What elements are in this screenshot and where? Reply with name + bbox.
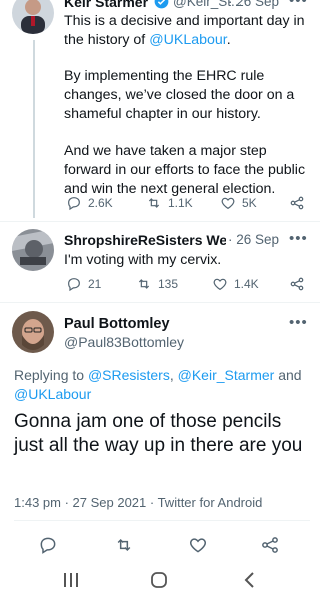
tweet2-retweet-button[interactable]: 135 <box>136 276 178 292</box>
tweet1-time[interactable]: · 26 Sep <box>228 0 279 9</box>
share-icon <box>262 537 278 553</box>
mention-keir-starmer[interactable]: @Keir_Starmer <box>178 367 275 383</box>
focus-tweet-meta: 1:43 pm · 27 Sep 2021 · Twitter for Andr… <box>14 495 263 510</box>
reply-icon <box>68 278 80 292</box>
tweet2-reply-button[interactable]: 21 <box>66 276 101 292</box>
divider <box>0 221 320 222</box>
retweet-icon <box>138 279 150 289</box>
tweet2-like-button[interactable]: 1.4K <box>212 276 259 292</box>
avatar-shropshireresisters[interactable] <box>12 229 54 271</box>
recents-icon[interactable] <box>62 572 80 588</box>
mention-sresisters[interactable]: @SResisters <box>88 367 170 383</box>
tweet1-paragraph2: By implementing the EHRC rule changes, w… <box>64 68 295 122</box>
heart-icon <box>221 197 235 210</box>
tweet1-paragraph1: This is a decisive and important day in … <box>64 12 309 50</box>
tweet1-like-count: 5K <box>242 196 257 210</box>
tweet1-retweet-button[interactable]: 1.1K <box>146 195 193 211</box>
reply-icon <box>68 197 80 211</box>
verified-badge-icon <box>154 0 169 9</box>
tweet1-share-button[interactable] <box>289 195 305 211</box>
tweet2-reply-count: 21 <box>88 277 102 291</box>
divider <box>14 520 310 521</box>
heart-icon <box>213 278 227 291</box>
more-options-icon[interactable]: ••• <box>289 0 308 9</box>
focus-tweet-text: Gonna jam one of those pencils just all … <box>14 411 303 456</box>
replying-separator: , <box>169 367 174 383</box>
replying-prefix: Replying to <box>14 367 85 383</box>
focus-retweet-button[interactable] <box>114 535 134 555</box>
tweet1-reply-button[interactable]: 2.6K <box>66 195 113 211</box>
tweet2-like-count: 1.4K <box>234 277 259 291</box>
focus-like-button[interactable] <box>188 535 208 555</box>
tweet1-text-c: . <box>226 32 231 48</box>
focus-reply-button[interactable] <box>38 535 58 555</box>
divider <box>0 302 320 303</box>
focus-author-name[interactable]: Paul Bottomley <box>64 316 170 332</box>
mention-uklabour[interactable]: @UKLabour <box>14 386 91 402</box>
system-navigation-bar <box>0 560 320 600</box>
tweet1-reply-count: 2.6K <box>88 196 113 210</box>
more-options-icon[interactable]: ••• <box>289 230 308 247</box>
reply-icon <box>40 537 56 554</box>
tweet2-share-button[interactable] <box>289 276 305 292</box>
tweet2-retweet-count: 135 <box>158 277 179 291</box>
mention-uklabour[interactable]: @UKLabour <box>149 32 227 48</box>
back-icon[interactable] <box>243 571 257 589</box>
replying-and: and <box>278 367 302 383</box>
tweet1-author-name[interactable]: Keir Starmer <box>64 0 148 10</box>
replying-to: Replying to @SResisters, @Keir_Starmer a… <box>14 366 310 404</box>
avatar-paul-bottomley[interactable] <box>12 311 54 353</box>
heart-icon <box>189 538 207 553</box>
focus-share-button[interactable] <box>260 535 280 555</box>
share-icon <box>290 277 304 291</box>
tweet1-retweet-count: 1.1K <box>168 196 193 210</box>
retweet-icon <box>117 538 131 552</box>
tweet2-time[interactable]: · 26 Sep <box>228 232 279 247</box>
more-options-icon[interactable]: ••• <box>289 314 308 331</box>
home-icon[interactable] <box>150 571 168 589</box>
focus-handle[interactable]: @Paul83Bottomley <box>64 334 184 350</box>
tweet1-text-b: history of <box>87 32 146 48</box>
thread-line <box>33 40 35 218</box>
tweet1-like-button[interactable]: 5K <box>220 195 257 211</box>
avatar-keir-starmer[interactable] <box>12 0 54 34</box>
tweet1-paragraph3: And we have taken a major step forward i… <box>64 143 306 197</box>
retweet-icon <box>148 198 160 208</box>
tweet2-author-name[interactable]: ShropshireReSisters Wendy <box>64 232 226 248</box>
tweet2-text: I'm voting with my cervix. <box>64 252 222 268</box>
share-icon <box>290 196 304 210</box>
